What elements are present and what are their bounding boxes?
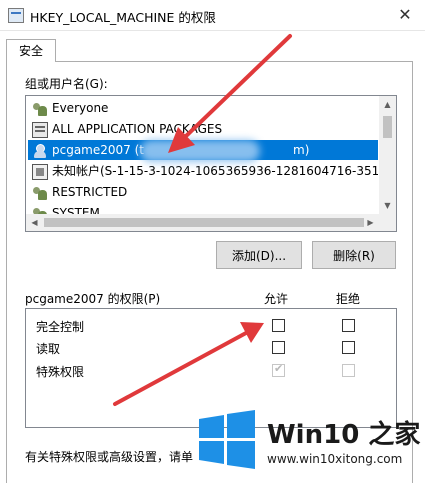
tab-security[interactable]: 安全 — [6, 39, 56, 62]
watermark-title: Win10 之家 — [267, 420, 421, 450]
arrow-icon — [113, 322, 264, 406]
arrow-icon — [168, 34, 292, 153]
watermark-url: www.win10xitong.com — [267, 452, 403, 466]
windows-logo-icon — [199, 410, 255, 469]
site-watermark: Win10 之家 www.win10xitong.com — [191, 398, 425, 482]
